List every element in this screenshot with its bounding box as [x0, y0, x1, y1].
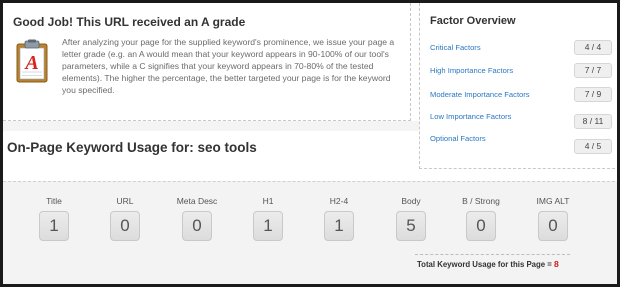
factor-overview-title: Factor Overview	[430, 15, 516, 27]
factor-row-high: High Importance Factors 7 / 7	[430, 63, 612, 79]
moderate-importance-factors-link[interactable]: Moderate Importance Factors	[430, 90, 530, 99]
factor-overview-panel: Factor Overview Critical Factors 4 / 4 H…	[419, 3, 617, 169]
total-divider	[415, 254, 570, 255]
metric-value: 1	[39, 211, 69, 241]
low-importance-factors-score: 8 / 11	[574, 114, 612, 129]
clipboard-grade-icon: A	[16, 39, 48, 83]
divider-strip	[3, 121, 419, 131]
metric-label: Body	[401, 196, 421, 206]
metric-h2-4: H2-4 1	[317, 195, 361, 241]
metric-value: 1	[253, 211, 283, 241]
optional-factors-score: 4 / 5	[574, 139, 612, 154]
metric-value: 0	[182, 211, 212, 241]
total-keyword-usage: Total Keyword Usage for this Page = 8	[417, 259, 559, 269]
metric-title: Title 1	[32, 195, 76, 241]
report-frame: Good Job! This URL received an A grade A…	[0, 0, 620, 287]
metric-value: 0	[110, 211, 140, 241]
total-value: 8	[553, 259, 559, 269]
metric-label: Meta Desc	[176, 196, 218, 206]
metric-b-strong: B / Strong 0	[459, 195, 503, 241]
metric-label: H2-4	[329, 196, 349, 206]
high-importance-factors-score: 7 / 7	[574, 63, 612, 78]
metric-url: URL 0	[103, 195, 147, 241]
factor-row-optional: Optional Factors 4 / 5	[430, 131, 612, 154]
critical-factors-score: 4 / 4	[574, 40, 612, 55]
metric-h1: H1 1	[246, 195, 290, 241]
grade-description: After analyzing your page for the suppli…	[62, 37, 395, 96]
low-importance-factors-link[interactable]: Low Importance Factors	[430, 112, 511, 121]
factor-row-low: Low Importance Factors 8 / 11	[430, 109, 612, 129]
metric-value: 0	[466, 211, 496, 241]
grade-letter: A	[23, 52, 38, 74]
metric-value: 1	[324, 211, 354, 241]
grade-title: Good Job! This URL received an A grade	[13, 15, 246, 29]
metric-img-alt: IMG ALT 0	[531, 195, 575, 241]
metric-label: IMG ALT	[536, 196, 570, 206]
moderate-importance-factors-score: 7 / 9	[574, 87, 612, 102]
factor-row-moderate: Moderate Importance Factors 7 / 9	[430, 87, 612, 103]
high-importance-factors-link[interactable]: High Importance Factors	[430, 66, 513, 75]
metric-label: URL	[116, 196, 134, 206]
metric-label: B / Strong	[462, 196, 500, 206]
critical-factors-link[interactable]: Critical Factors	[430, 43, 481, 52]
metric-label: H1	[262, 196, 274, 206]
metric-meta-desc: Meta Desc 0	[175, 195, 219, 241]
keyword-usage-heading: On-Page Keyword Usage for: seo tools	[7, 140, 257, 155]
keyword-usage-band	[3, 181, 617, 284]
grade-panel: Good Job! This URL received an A grade A…	[3, 3, 411, 121]
factor-row-critical: Critical Factors 4 / 4	[430, 40, 612, 56]
metric-value: 0	[538, 211, 568, 241]
optional-factors-link[interactable]: Optional Factors	[430, 134, 486, 143]
total-label: Total Keyword Usage for this Page =	[417, 260, 554, 269]
metric-body: Body 5	[389, 195, 433, 241]
metric-value: 5	[396, 211, 426, 241]
metric-label: Title	[46, 196, 62, 206]
